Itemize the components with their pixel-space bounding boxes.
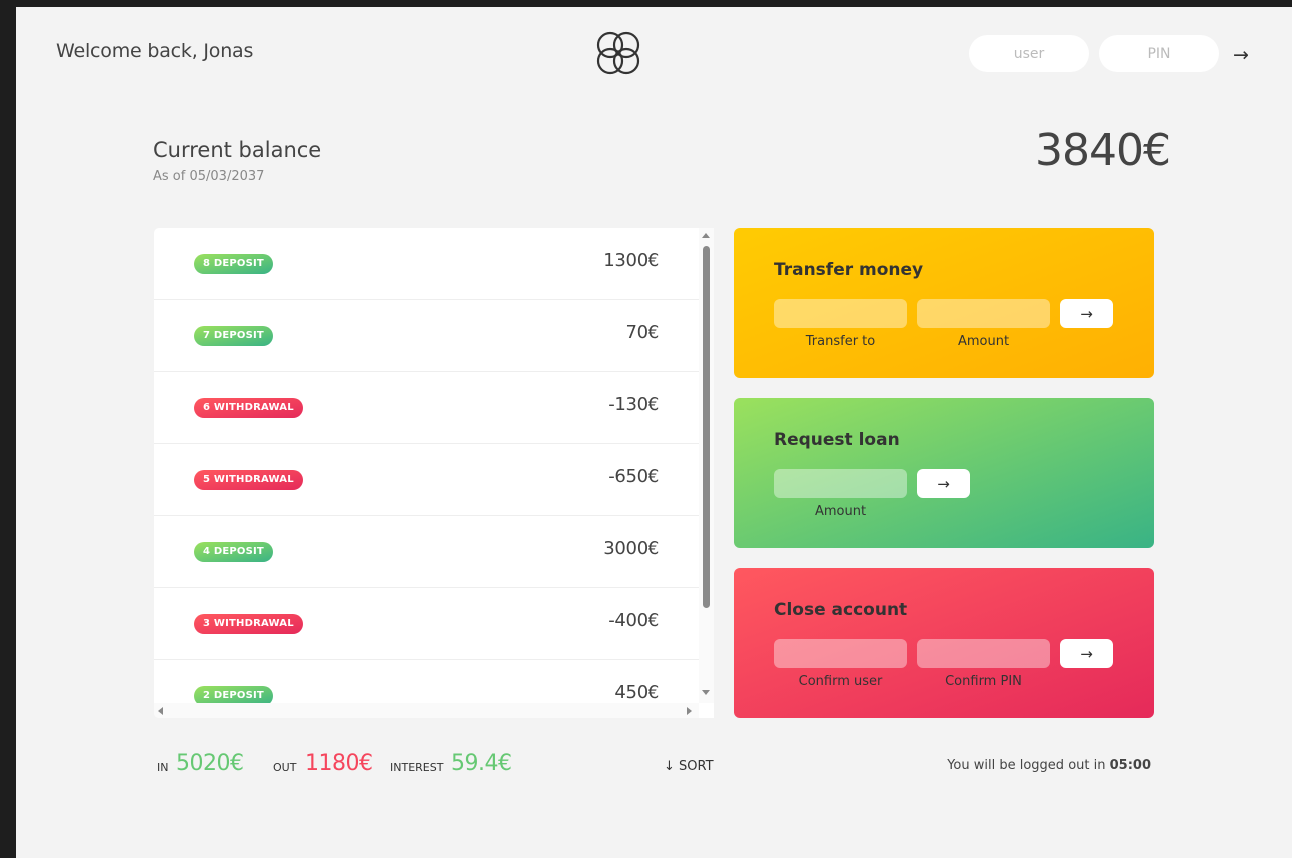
- logout-timer-text: You will be logged out in: [947, 758, 1106, 773]
- loan-amount-label: Amount: [814, 504, 867, 519]
- loan-title: Request loan: [774, 430, 900, 450]
- transfer-to-label: Transfer to: [805, 334, 876, 349]
- login-pin-input[interactable]: [1099, 35, 1219, 72]
- movement-value: 70€: [625, 322, 660, 343]
- logo-icon: [596, 31, 640, 75]
- movement-row: 6 WITHDRAWAL -130€: [154, 372, 699, 444]
- close-account-submit-button[interactable]: →: [1060, 639, 1113, 668]
- summary-in-label: In: [157, 761, 169, 774]
- login-button[interactable]: →: [1228, 43, 1254, 67]
- sort-button[interactable]: ↓ SORT: [664, 759, 714, 774]
- summary-interest-value: 59.4€: [451, 751, 512, 776]
- movement-value: 450€: [614, 682, 659, 703]
- movement-value: -130€: [608, 394, 659, 415]
- summary-out-value: 1180€: [305, 751, 373, 776]
- balance-value: 3840€: [1035, 125, 1171, 176]
- loan-submit-button[interactable]: →: [917, 469, 970, 498]
- movement-row: 4 DEPOSIT 3000€: [154, 516, 699, 588]
- movement-row: 3 WITHDRAWAL -400€: [154, 588, 699, 660]
- close-user-label: Confirm user: [798, 674, 883, 689]
- balance-label: Current balance: [153, 138, 322, 162]
- summary-out-label: Out: [273, 761, 297, 774]
- login-user-input[interactable]: [969, 35, 1089, 72]
- scroll-right-arrow-icon[interactable]: [687, 707, 692, 715]
- movement-type-badge: 3 WITHDRAWAL: [194, 614, 303, 634]
- loan-panel: Request loan → Amount: [734, 398, 1154, 548]
- welcome-message: Welcome back, Jonas: [56, 40, 254, 62]
- movement-type-badge: 7 DEPOSIT: [194, 326, 273, 346]
- balance-date-value: 05/03/2037: [189, 169, 265, 184]
- movement-row: 8 DEPOSIT 1300€: [154, 228, 699, 300]
- movement-value: 1300€: [603, 250, 659, 271]
- scroll-up-arrow-icon[interactable]: [702, 233, 710, 238]
- close-account-title: Close account: [774, 600, 908, 620]
- summary-interest-label: Interest: [390, 761, 444, 774]
- movement-type-badge: 6 WITHDRAWAL: [194, 398, 303, 418]
- loan-amount-input[interactable]: [774, 469, 907, 498]
- vertical-scrollbar[interactable]: [699, 228, 714, 703]
- scroll-left-arrow-icon[interactable]: [158, 707, 163, 715]
- movements-list: 8 DEPOSIT 1300€ 7 DEPOSIT 70€ 6 WITHDRAWAL -1…: [154, 228, 699, 718]
- movement-value: 3000€: [603, 538, 659, 559]
- summary-in-value: 5020€: [176, 751, 244, 776]
- balance-date: As of 05/03/2037: [153, 169, 264, 184]
- transfer-amount-input[interactable]: [917, 299, 1050, 328]
- movement-row: 5 WITHDRAWAL -650€: [154, 444, 699, 516]
- app-viewport: Welcome back, Jonas → Current balance As…: [16, 7, 1292, 858]
- close-account-panel: Close account → Confirm user Confirm PIN: [734, 568, 1154, 718]
- movement-type-badge: 5 WITHDRAWAL: [194, 470, 303, 490]
- movement-type-badge: 4 DEPOSIT: [194, 542, 273, 562]
- movement-value: -650€: [608, 466, 659, 487]
- close-user-input[interactable]: [774, 639, 907, 668]
- movement-type-badge: 8 DEPOSIT: [194, 254, 273, 274]
- close-pin-label: Confirm PIN: [945, 674, 1022, 689]
- movement-row: 7 DEPOSIT 70€: [154, 300, 699, 372]
- transfer-to-input[interactable]: [774, 299, 907, 328]
- transfer-amount-label: Amount: [957, 334, 1010, 349]
- transfer-submit-button[interactable]: →: [1060, 299, 1113, 328]
- scroll-down-arrow-icon[interactable]: [702, 690, 710, 695]
- movements-panel[interactable]: 8 DEPOSIT 1300€ 7 DEPOSIT 70€ 6 WITHDRAWAL -1…: [154, 228, 714, 718]
- scrollbar-thumb[interactable]: [703, 246, 710, 608]
- logout-timer: You will be logged out in 05:00: [947, 758, 1151, 773]
- logout-timer-value: 05:00: [1109, 758, 1151, 773]
- transfer-panel: Transfer money → Transfer to Amount: [734, 228, 1154, 378]
- balance-date-prefix: As of: [153, 169, 186, 184]
- close-pin-input[interactable]: [917, 639, 1050, 668]
- transfer-title: Transfer money: [774, 260, 924, 280]
- horizontal-scrollbar[interactable]: [154, 703, 699, 718]
- movement-value: -400€: [608, 610, 659, 631]
